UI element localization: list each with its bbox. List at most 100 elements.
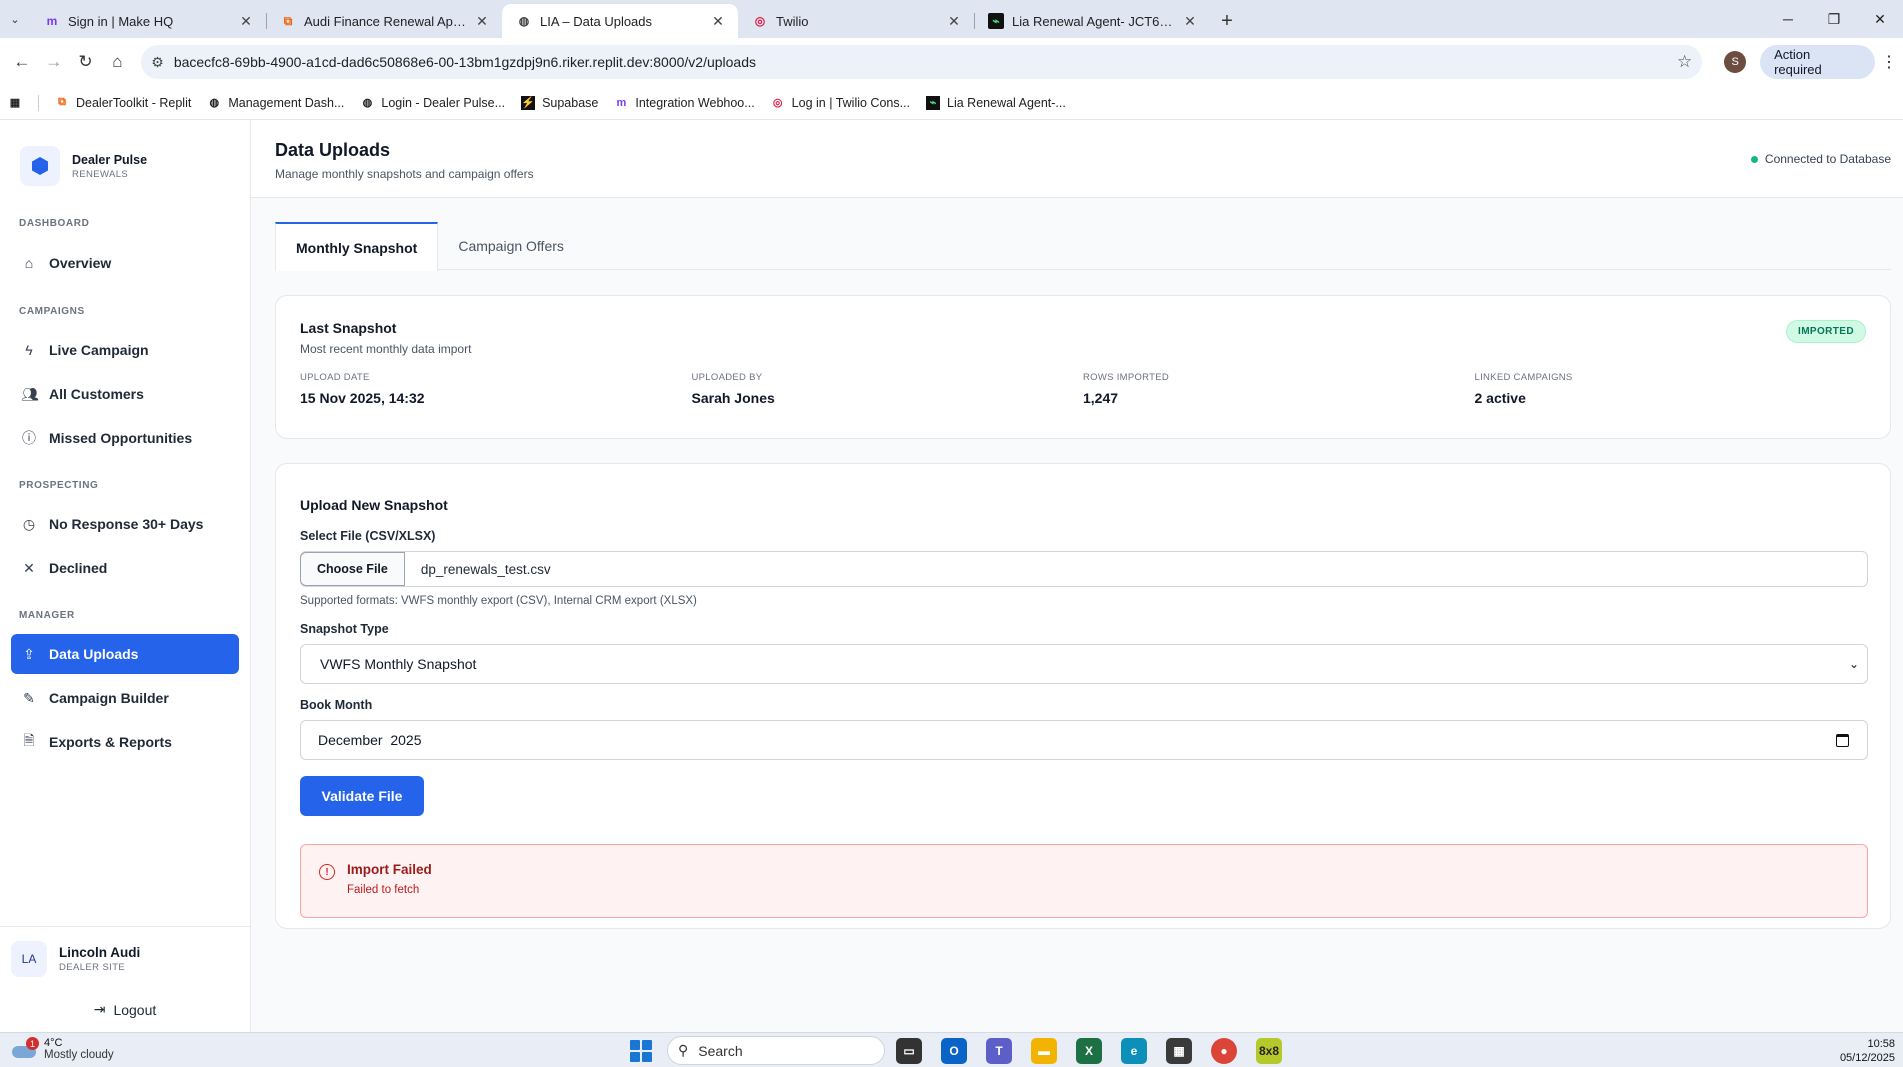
home-icon[interactable]: ⌂: [101, 46, 133, 78]
tab-title: Twilio: [776, 13, 809, 29]
lightning-icon: ϟ: [25, 342, 33, 358]
site-info-icon[interactable]: ⚙: [151, 54, 164, 71]
page-subtitle: Manage monthly snapshots and campaign of…: [275, 167, 534, 181]
minimize-icon[interactable]: ─: [1765, 0, 1811, 38]
snapshot-stats: UPLOAD DATE 15 Nov 2025, 14:32 UPLOADED …: [300, 372, 1866, 406]
sidebar: Dealer Pulse RENEWALS DASHBOARD ⌂ Overvi…: [0, 120, 251, 1032]
formats-help-text: Supported formats: VWFS monthly export (…: [300, 595, 697, 607]
nav-section-prospecting: PROSPECTING: [19, 480, 99, 491]
pulse-icon: ⌁: [926, 95, 941, 110]
validate-file-button[interactable]: Validate File: [300, 776, 424, 816]
restore-icon[interactable]: ❐: [1811, 0, 1857, 38]
logout-button[interactable]: ⇥ Logout: [11, 1001, 239, 1018]
browser-menu-icon[interactable]: ⋮: [1881, 52, 1897, 72]
bookmark-label: Log in | Twilio Cons...: [791, 95, 911, 110]
sidebar-item-label: No Response 30+ Days: [49, 516, 204, 532]
bookmark-label: Management Dash...: [228, 95, 345, 110]
url-text[interactable]: bacecfc8-69bb-4900-a1cd-dad6c50868e6-00-…: [174, 54, 1677, 70]
stat-value: 15 Nov 2025, 14:32: [300, 390, 425, 406]
os-taskbar: 1 4°C Mostly cloudy ⚲ Search ▭ O T ▬ X e…: [0, 1032, 1903, 1067]
select-value: VWFS Monthly Snapshot: [320, 656, 477, 672]
sidebar-item-data-uploads[interactable]: ⇪ Data Uploads: [11, 634, 239, 674]
file-field-label: Select File (CSV/XLSX): [300, 529, 436, 543]
address-bar[interactable]: ⚙ bacecfc8-69bb-4900-a1cd-dad6c50868e6-0…: [141, 45, 1703, 79]
browser-tab-twilio[interactable]: ◎ Twilio ✕: [738, 4, 974, 38]
sidebar-item-declined[interactable]: ✕ Declined: [11, 548, 239, 588]
users-icon: 👥︎: [21, 385, 39, 402]
windows-start-icon[interactable]: [630, 1040, 652, 1062]
alert-title: Import Failed: [347, 862, 432, 877]
bookmark-item[interactable]: ◍ Login - Dealer Pulse...: [360, 96, 506, 110]
close-icon[interactable]: ✕: [946, 13, 962, 30]
close-icon[interactable]: ✕: [1182, 13, 1198, 30]
apps-grid-icon[interactable]: ▦: [8, 96, 22, 110]
selected-file-name: dp_renewals_test.csv: [420, 561, 551, 577]
clock-icon: ◷: [22, 515, 36, 532]
teams-icon[interactable]: T: [986, 1038, 1012, 1064]
forward-icon[interactable]: →: [38, 46, 70, 78]
bookmark-item[interactable]: ⚡ Supabase: [521, 95, 599, 110]
sidebar-item-campaign-builder[interactable]: ✎ Campaign Builder: [11, 678, 239, 718]
browser-tab-lia-data-uploads[interactable]: ◍ LIA – Data Uploads ✕: [502, 4, 738, 38]
bookmark-item[interactable]: m Integration Webhoo...: [614, 96, 754, 110]
new-tab-button[interactable]: +: [1210, 4, 1244, 38]
sidebar-item-overview[interactable]: ⌂ Overview: [11, 243, 239, 283]
file-input[interactable]: Choose File dp_renewals_test.csv: [300, 551, 1868, 587]
bookmark-star-icon[interactable]: ☆: [1677, 52, 1692, 72]
home-icon: ⌂: [24, 255, 34, 271]
tab-campaign-offers[interactable]: Campaign Offers: [438, 222, 584, 270]
action-required-button[interactable]: Action required: [1760, 45, 1875, 79]
weather-description: Mostly cloudy: [44, 1049, 114, 1061]
calendar-icon[interactable]: [1836, 733, 1849, 747]
back-icon[interactable]: ←: [6, 46, 38, 78]
excel-icon[interactable]: X: [1076, 1038, 1102, 1064]
stat-rows-imported: ROWS IMPORTED 1,247: [1083, 372, 1475, 406]
bookmark-item[interactable]: ⌁ Lia Renewal Agent-...: [926, 95, 1066, 110]
sidebar-item-label: All Customers: [49, 386, 144, 402]
brand-name: Dealer Pulse: [72, 152, 148, 167]
profile-avatar[interactable]: S: [1724, 51, 1747, 73]
chrome-icon[interactable]: ●: [1211, 1038, 1237, 1064]
tab-search-chevron-icon[interactable]: ⌄: [0, 0, 30, 38]
sidebar-item-live-campaign[interactable]: ϟ Live Campaign: [11, 330, 239, 370]
8x8-icon[interactable]: 8x8: [1256, 1038, 1282, 1064]
bookmark-label: Supabase: [542, 95, 599, 110]
sidebar-item-no-response[interactable]: ◷ No Response 30+ Days: [11, 504, 239, 544]
replit-favicon-icon: ⧉: [283, 13, 293, 28]
file-explorer-icon[interactable]: ▬: [1031, 1038, 1057, 1064]
close-icon[interactable]: ✕: [474, 13, 490, 30]
edge-icon[interactable]: e: [1121, 1038, 1147, 1064]
taskbar-search[interactable]: ⚲ Search: [667, 1036, 885, 1065]
browser-tab-lia-renewal-agent[interactable]: ⌁ Lia Renewal Agent- JCT600 | Ch ✕: [974, 4, 1210, 38]
globe-icon: ◍: [209, 97, 220, 109]
bookmark-item[interactable]: ◎ Log in | Twilio Cons...: [771, 96, 910, 110]
upload-cloud-icon: ⇪: [23, 645, 35, 662]
bookmark-item[interactable]: ◍ Management Dash...: [207, 95, 345, 110]
last-snapshot-card: Last Snapshot Most recent monthly data i…: [275, 295, 1891, 439]
browser-tab-replit[interactable]: ⧉ Audi Finance Renewal App - Re ✕: [266, 4, 502, 38]
sidebar-item-label: Live Campaign: [49, 342, 149, 358]
bookmark-item[interactable]: ⧉ DealerToolkit - Replit: [55, 96, 191, 110]
browser-tab-make[interactable]: m Sign in | Make HQ ✕: [30, 4, 266, 38]
replit-icon: ⧉: [58, 96, 66, 108]
system-clock[interactable]: 10:58 05/12/2025: [1840, 1037, 1895, 1065]
task-view-icon[interactable]: ▭: [896, 1038, 922, 1064]
choose-file-button[interactable]: Choose File: [300, 552, 405, 586]
tab-title: Sign in | Make HQ: [68, 13, 174, 29]
close-icon[interactable]: ✕: [238, 13, 254, 30]
browser-tab-strip: ⌄ m Sign in | Make HQ ✕ ⧉ Audi Finance R…: [0, 0, 1903, 38]
outlook-icon[interactable]: O: [941, 1038, 967, 1064]
store-icon[interactable]: ▦: [1166, 1038, 1192, 1064]
sidebar-item-exports-reports[interactable]: 🗎︎ Exports & Reports: [11, 722, 239, 762]
snapshot-type-select[interactable]: VWFS Monthly Snapshot ⌄: [300, 644, 1868, 684]
sidebar-item-all-customers[interactable]: 👥︎ All Customers: [11, 374, 239, 414]
close-icon[interactable]: ✕: [710, 13, 726, 30]
sidebar-item-label: Campaign Builder: [49, 690, 169, 706]
window-close-icon[interactable]: ✕: [1857, 0, 1903, 38]
reload-icon[interactable]: ↻: [70, 46, 102, 78]
weather-widget[interactable]: 1 4°C Mostly cloudy: [12, 1037, 114, 1061]
tab-monthly-snapshot[interactable]: Monthly Snapshot: [275, 222, 439, 271]
sidebar-item-missed-opportunities[interactable]: ⓘ Missed Opportunities: [11, 418, 239, 458]
search-icon: ⚲: [678, 1042, 689, 1058]
book-month-input[interactable]: December 2025: [300, 720, 1868, 760]
